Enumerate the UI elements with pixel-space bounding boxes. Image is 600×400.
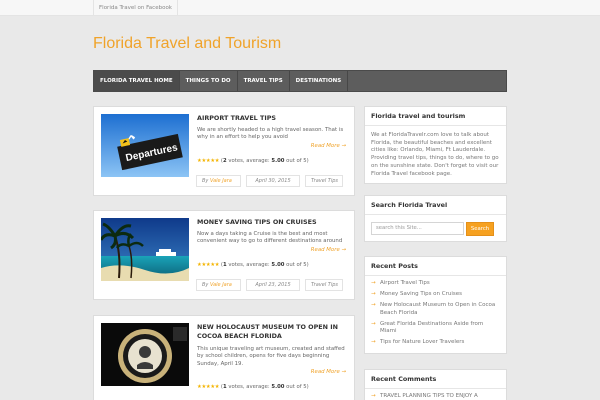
nav-item-florida-travel-home[interactable]: FLORIDA TRAVEL HOME xyxy=(94,71,180,91)
post-author: By Vale Jara xyxy=(196,279,241,291)
nav-item-things-to-do[interactable]: THINGS TO DO xyxy=(180,71,238,91)
recent-post-link[interactable]: → New Holocaust Museum to Open in Cocoa B… xyxy=(371,302,500,316)
arrow-right-icon: → xyxy=(371,291,376,298)
recent-posts-widget: Recent Posts → Airport Travel Tips → Money… xyxy=(364,256,507,354)
post-author: By Vale Jara xyxy=(196,175,241,187)
post-excerpt: We are shortly headed to a high travel s… xyxy=(197,127,344,141)
arrow-right-icon: → xyxy=(371,302,376,309)
read-more-link[interactable]: Read More → xyxy=(311,143,346,149)
rating-stars-icon[interactable]: ★★★★★ xyxy=(197,262,220,268)
recent-comments-widget: Recent Comments → TRAVEL PLANNING TIPS TO… xyxy=(364,369,507,400)
post-rating: ★★★★★ (2 votes, average: 5.00 out of 5) xyxy=(197,158,309,164)
rating-stars-icon[interactable]: ★★★★★ xyxy=(197,384,220,390)
recent-comments-title: Recent Comments xyxy=(365,370,506,389)
site-title[interactable]: Florida Travel and Tourism xyxy=(93,35,281,53)
arrow-right-icon: → xyxy=(371,339,376,346)
vote-average: 5.00 xyxy=(271,262,285,268)
search-input[interactable]: search this Site... xyxy=(371,222,464,235)
recent-post-link[interactable]: → Money Saving Tips on Cruises xyxy=(371,291,500,298)
nav-item-travel-tips[interactable]: TRAVEL TIPS xyxy=(238,71,290,91)
post-category[interactable]: Travel Tips xyxy=(305,175,343,187)
rating-stars-icon[interactable]: ★★★★★ xyxy=(197,158,220,164)
recent-post-link[interactable]: → Tips for Nature Lover Travelers xyxy=(371,339,500,346)
vote-average: 5.00 xyxy=(271,384,285,390)
post-rating: ★★★★★ (1 votes, average: 5.00 out of 5) xyxy=(197,384,309,390)
post-category[interactable]: Travel Tips xyxy=(305,279,343,291)
post-date: April 30, 2015 xyxy=(246,175,300,187)
nav-item-destinations[interactable]: DESTINATIONS xyxy=(290,71,349,91)
post-title[interactable]: NEW HOLOCAUST MUSEUM TO OPEN IN COCOA BE… xyxy=(197,323,349,341)
recent-comment-link[interactable]: → TRAVEL PLANNING TIPS TO ENJOY A xyxy=(371,393,500,400)
post-title[interactable]: MONEY SAVING TIPS ON CRUISES xyxy=(197,218,349,227)
post-meta: By Vale Jara April 23, 2015 Travel Tips xyxy=(196,279,348,291)
arrow-right-icon: → xyxy=(371,320,376,327)
post-excerpt: Now a days taking a Cruise is the best a… xyxy=(197,231,343,245)
post-thumbnail-museum-seal[interactable] xyxy=(101,323,189,386)
recent-post-link[interactable]: → Airport Travel Tips xyxy=(371,280,500,287)
post-thumbnail-cruise[interactable] xyxy=(101,218,189,281)
top-bar: Florida Travel on Facebook xyxy=(0,0,600,16)
read-more-link[interactable]: Read More → xyxy=(311,247,346,253)
about-widget: Florida travel and tourism We at Florida… xyxy=(364,106,507,184)
post-thumbnail-departures[interactable]: Departures xyxy=(101,114,189,177)
search-button[interactable]: Search xyxy=(466,222,494,236)
post-card: MONEY SAVING TIPS ON CRUISES Now a days … xyxy=(93,210,355,300)
post-meta: By Vale Jara April 30, 2015 Travel Tips xyxy=(196,175,348,187)
search-widget: Search Florida Travel search this Site..… xyxy=(364,195,507,242)
about-widget-text: We at FloridaTravelr.com love to talk ab… xyxy=(371,132,499,177)
vote-average: 5.00 xyxy=(271,158,285,164)
post-card: NEW HOLOCAUST MUSEUM TO OPEN IN COCOA BE… xyxy=(93,315,355,400)
post-card: Departures AIRPORT TRAVEL TIPS We are sh… xyxy=(93,106,355,196)
author-link[interactable]: Vale Jara xyxy=(210,282,232,288)
search-widget-title: Search Florida Travel xyxy=(365,196,506,215)
recent-post-link[interactable]: → Great Florida Destinations Aside from M… xyxy=(371,321,500,335)
author-link[interactable]: Vale Jara xyxy=(210,178,232,184)
facebook-link[interactable]: Florida Travel on Facebook xyxy=(93,0,178,16)
arrow-right-icon: → xyxy=(371,393,376,399)
main-nav: FLORIDA TRAVEL HOME THINGS TO DO TRAVEL … xyxy=(93,70,507,92)
post-date: April 23, 2015 xyxy=(246,279,300,291)
arrow-right-icon: → xyxy=(371,280,376,286)
about-widget-title: Florida travel and tourism xyxy=(365,107,506,126)
post-title[interactable]: AIRPORT TRAVEL TIPS xyxy=(197,114,349,123)
recent-posts-title: Recent Posts xyxy=(365,257,506,276)
read-more-link[interactable]: Read More → xyxy=(311,369,346,375)
post-rating: ★★★★★ (1 votes, average: 5.00 out of 5) xyxy=(197,262,309,268)
post-excerpt: This unique traveling art museum, create… xyxy=(197,346,345,367)
